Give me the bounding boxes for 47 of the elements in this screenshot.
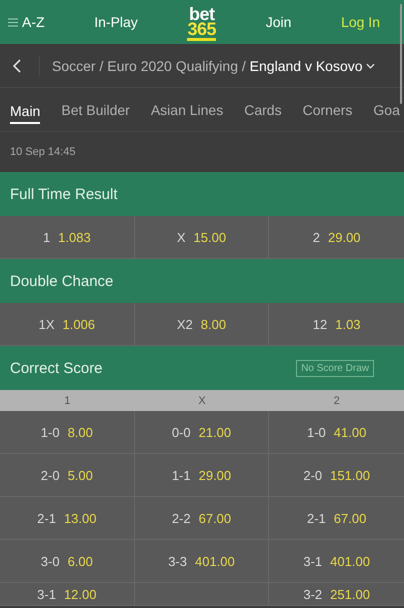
- odds-button[interactable]: 1X 1.006: [0, 303, 135, 346]
- event-title[interactable]: England v Kosovo: [250, 58, 363, 74]
- market-title: Correct Score: [10, 360, 103, 376]
- market-title: Double Chance: [10, 272, 114, 290]
- tab[interactable]: Corners: [302, 88, 352, 131]
- odds-button[interactable]: 3-3 401.00: [134, 540, 270, 583]
- tab[interactable]: Asian Lines: [150, 88, 224, 131]
- join-link[interactable]: Join: [266, 14, 292, 30]
- back-icon[interactable]: [13, 58, 21, 72]
- odds-button[interactable]: 12 1.03: [269, 303, 404, 346]
- no-score-draw-button[interactable]: No Score Draw: [296, 360, 374, 376]
- tab[interactable]: Bet Builder: [61, 88, 130, 131]
- menu-icon: [8, 18, 18, 26]
- odds-button[interactable]: 3-1 12.00: [0, 583, 135, 606]
- odds-button[interactable]: 2-0 5.00: [0, 454, 135, 497]
- odds-button[interactable]: 2-0 151.00: [269, 454, 404, 497]
- odds-button[interactable]: 2 29.00: [269, 216, 404, 259]
- scrollbar[interactable]: [400, 4, 402, 104]
- odds-button[interactable]: 3-1 401.00: [269, 540, 404, 583]
- in-play-link[interactable]: In-Play: [94, 14, 138, 30]
- odds-button[interactable]: X2 8.00: [134, 303, 270, 346]
- odds-button[interactable]: 3-2 251.00: [269, 583, 404, 606]
- tab[interactable]: Cards: [244, 88, 282, 131]
- odds-button[interactable]: 1-1 29.00: [134, 454, 270, 497]
- column-label: X: [198, 394, 206, 406]
- tab[interactable]: Goa: [373, 88, 400, 131]
- market-title: Full Time Result: [10, 186, 118, 202]
- column-label: 1: [64, 394, 70, 406]
- market-header[interactable]: Double Chance: [0, 259, 404, 303]
- market-header[interactable]: Full Time Result: [0, 172, 404, 216]
- market-header[interactable]: Correct Score No Score Draw: [0, 346, 404, 390]
- logo[interactable]: bet 365: [187, 6, 216, 42]
- breadcrumb-path[interactable]: Soccer / Euro 2020 Qualifying /: [52, 58, 250, 74]
- odds-button[interactable]: 1 1.083: [0, 216, 135, 259]
- match-date: 10 Sep 14:45: [10, 146, 76, 158]
- odds-button[interactable]: 0-0 21.00: [134, 411, 270, 454]
- chevron-down-icon[interactable]: [366, 62, 375, 68]
- odds-button[interactable]: 1-0 8.00: [0, 411, 135, 454]
- odds-button[interactable]: 2-1 67.00: [269, 497, 404, 540]
- odds-button[interactable]: 2-2 67.00: [134, 497, 270, 540]
- a-z-menu-button[interactable]: A-Z: [8, 14, 45, 30]
- odds-button[interactable]: X 15.00: [134, 216, 270, 259]
- odds-button[interactable]: 3-0 6.00: [0, 540, 135, 583]
- log-in-link[interactable]: Log In: [341, 14, 380, 30]
- odds-button[interactable]: 1-0 41.00: [269, 411, 404, 454]
- odds-button[interactable]: 2-1 13.00: [0, 497, 135, 540]
- column-label: 2: [334, 394, 340, 406]
